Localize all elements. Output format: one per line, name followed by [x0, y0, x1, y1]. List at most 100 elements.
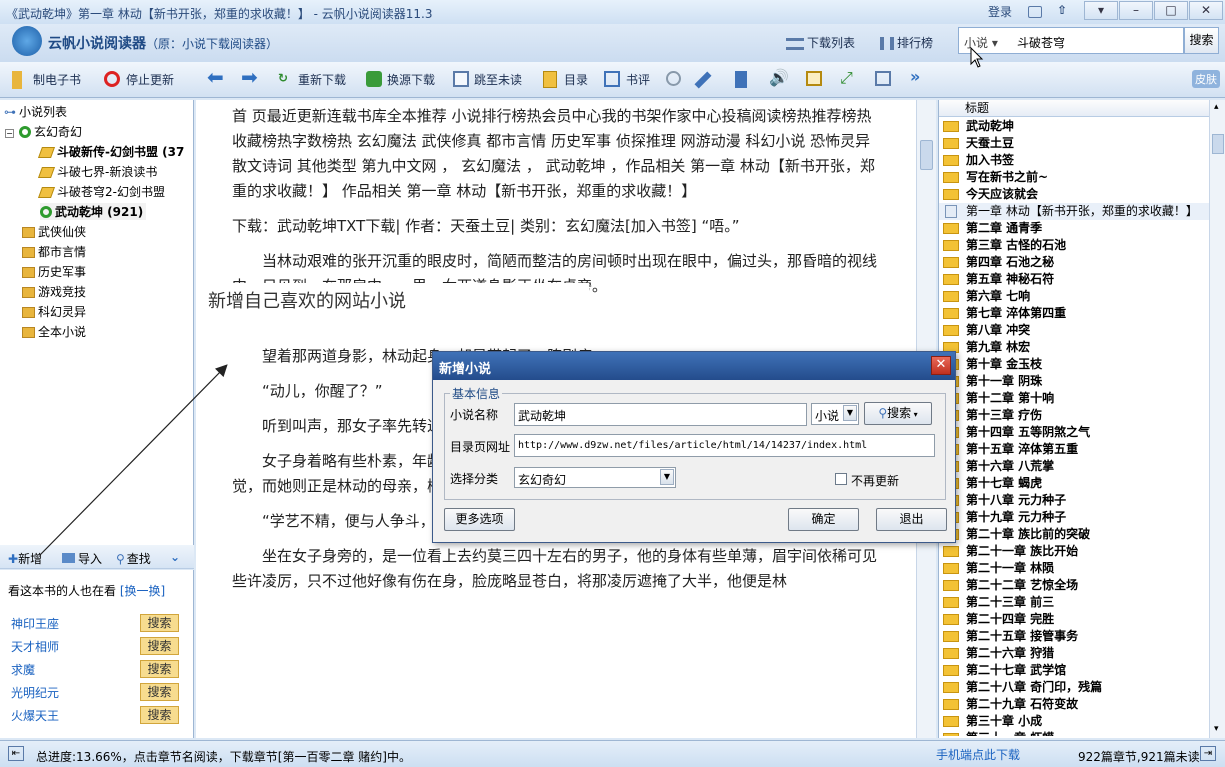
change-batch-link[interactable]: [换一换] [120, 584, 165, 598]
chapter-item[interactable]: 第十六章 八荒掌 [939, 458, 1209, 475]
stop-update-button[interactable]: 停止更新 [126, 71, 174, 88]
make-ebook-button[interactable]: 制电子书 [33, 71, 81, 88]
add-novel-button[interactable]: ✚新增 [8, 550, 42, 567]
chapter-item[interactable]: 第三十一章 虾蟆 [939, 730, 1209, 736]
rec-search-button[interactable]: 搜索 [140, 614, 179, 632]
rec-book-link[interactable]: 火爆天王 [11, 707, 59, 724]
chapter-item[interactable]: 第二十八章 奇门印，残篇 [939, 679, 1209, 696]
bookmark-icon[interactable] [735, 71, 747, 88]
chevron-down-icon[interactable]: ▼ [660, 469, 674, 485]
tree-category[interactable]: − 玄幻奇幻 [5, 123, 82, 140]
chapter-item[interactable]: 第七章 淬体第四重 [939, 305, 1209, 322]
rec-search-button[interactable]: 搜索 [140, 637, 179, 655]
rec-search-button[interactable]: 搜索 [140, 683, 179, 701]
message-icon[interactable] [1028, 6, 1042, 18]
more-options-button[interactable]: 更多选项 [444, 508, 515, 531]
toc-button[interactable]: 目录 [564, 71, 588, 88]
chapter-item[interactable]: 第十八章 元力种子 [939, 492, 1209, 509]
jump-unread-button[interactable]: 跳至未读 [474, 71, 522, 88]
chapter-item[interactable]: 第二十五章 接管事务 [939, 628, 1209, 645]
tree-folder[interactable]: 科幻灵异 [22, 303, 86, 320]
rec-book-link[interactable]: 光明纪元 [11, 684, 59, 701]
forward-arrow-icon[interactable]: ➡ [241, 65, 258, 89]
cancel-button[interactable]: 退出 [876, 508, 947, 531]
back-arrow-icon[interactable]: ⬅ [207, 65, 224, 89]
chapter-item[interactable]: 天蚕土豆 [939, 135, 1209, 152]
close-button[interactable]: ✕ [1189, 1, 1223, 20]
switch-download-button[interactable]: 换源下载 [387, 71, 435, 88]
search-button[interactable]: 搜索 [1184, 27, 1219, 54]
zoom-icon[interactable] [666, 71, 681, 86]
chapter-item[interactable]: 第二十章 族比前的突破 [939, 526, 1209, 543]
review-button[interactable]: 书评 [626, 71, 650, 88]
login-link[interactable]: 登录 [988, 3, 1012, 20]
dialog-search-button[interactable]: ⚲搜索 ▾ [864, 402, 932, 425]
chapter-list-header[interactable]: 标题 [939, 100, 1209, 117]
tree-book[interactable]: 斗破苍穹2-幻剑书盟 [37, 183, 165, 200]
chapter-item[interactable]: 第六章 七响 [939, 288, 1209, 305]
chapter-item[interactable]: 第三十章 小成 [939, 713, 1209, 730]
layout-icon[interactable] [875, 71, 891, 86]
chapter-item[interactable]: 写在新书之前~ [939, 169, 1209, 186]
scroll-up-icon[interactable]: ▴ [1214, 102, 1219, 112]
novel-name-input[interactable]: 武动乾坤 [514, 403, 807, 426]
download-list-button[interactable]: 下载列表 [786, 34, 855, 51]
chapter-item[interactable]: 第八章 冲突 [939, 322, 1209, 339]
chapter-item[interactable]: 第九章 林宏 [939, 339, 1209, 356]
tree-folder[interactable]: 武侠仙侠 [22, 223, 86, 240]
minimize-button[interactable]: – [1119, 1, 1153, 20]
mobile-download-link[interactable]: 手机端点此下载 [936, 746, 1020, 763]
rec-book-link[interactable]: 神印王座 [11, 615, 59, 632]
tree-root[interactable]: ⊶ 小说列表 [4, 103, 67, 120]
chapter-item[interactable]: 第二十四章 完胜 [939, 611, 1209, 628]
ranking-button[interactable]: 排行榜 [880, 34, 933, 51]
chapter-item[interactable]: 第十七章 蝎虎 [939, 475, 1209, 492]
url-input[interactable]: http://www.d9zw.net/files/article/html/1… [514, 434, 935, 457]
chapter-item[interactable]: 第二十一章 林陨 [939, 560, 1209, 577]
speaker-icon[interactable]: 🔊 [769, 68, 789, 87]
expand-panel-icon[interactable]: ⇥ [1200, 746, 1216, 761]
upload-icon[interactable]: ⇧ [1057, 3, 1067, 17]
chapter-item[interactable]: 第二十九章 石符变故 [939, 696, 1209, 713]
skin-button[interactable]: 皮肤 [1192, 70, 1220, 88]
import-button[interactable]: 导入 [62, 550, 102, 567]
more-icon[interactable]: » [910, 67, 920, 86]
book-icon[interactable] [806, 71, 822, 86]
pen-icon[interactable] [694, 71, 712, 89]
chapter-item[interactable]: 第十章 金玉枝 [939, 356, 1209, 373]
tree-folder[interactable]: 都市言情 [22, 243, 86, 260]
fullscreen-icon[interactable]: ⤢ [840, 68, 853, 88]
chapter-item[interactable]: 今天应该就会 [939, 186, 1209, 203]
tree-book[interactable]: 斗破新传-幻剑书盟 (37 [37, 143, 184, 160]
tree-book[interactable]: 斗破七界-新浪读书 [37, 163, 157, 180]
dialog-close-button[interactable]: ✕ [931, 356, 951, 375]
chapter-item[interactable]: 第十一章 阴珠 [939, 373, 1209, 390]
category-select[interactable]: 玄幻奇幻 ▼ [514, 467, 676, 488]
scroll-down-icon[interactable]: ▾ [1214, 724, 1219, 734]
redownload-button[interactable]: 重新下载 [298, 71, 346, 88]
chapter-scrollbar[interactable]: ▴ ▾ [1209, 100, 1225, 738]
chapter-item[interactable]: 第五章 神秘石符 [939, 271, 1209, 288]
rec-search-button[interactable]: 搜索 [140, 706, 179, 724]
chapter-item[interactable]: 武动乾坤 [939, 118, 1209, 135]
chapter-item[interactable]: 第三章 古怪的石池 [939, 237, 1209, 254]
search-input[interactable]: 斗破苍穹 [1017, 34, 1065, 51]
chapter-item[interactable]: 第二十一章 族比开始 [939, 543, 1209, 560]
chapter-item[interactable]: 第十五章 淬体第五重 [939, 441, 1209, 458]
chapter-item[interactable]: 加入书签 [939, 152, 1209, 169]
chapter-item[interactable]: 第十三章 疗伤 [939, 407, 1209, 424]
chapter-item[interactable]: 第十二章 第十响 [939, 390, 1209, 407]
novel-type-select[interactable]: 小说 ▼ [811, 403, 859, 425]
find-button[interactable]: ⚲ 查找 [116, 550, 151, 567]
chapter-item[interactable]: 第二章 通青季 [939, 220, 1209, 237]
chapter-item[interactable]: 第二十六章 狩猎 [939, 645, 1209, 662]
search-box[interactable]: 小说 ▾ 斗破苍穹 [958, 27, 1184, 54]
no-update-checkbox[interactable] [835, 473, 847, 485]
chapter-item[interactable]: 第四章 石池之秘 [939, 254, 1209, 271]
menu-button[interactable]: ▾ [1084, 1, 1118, 20]
tree-book-selected[interactable]: 武动乾坤 (921) [40, 203, 147, 220]
chapter-item[interactable]: 第二十七章 武学馆 [939, 662, 1209, 679]
chevron-down-icon[interactable]: ▼ [843, 405, 857, 421]
ok-button[interactable]: 确定 [788, 508, 859, 531]
rec-book-link[interactable]: 天才相师 [11, 638, 59, 655]
